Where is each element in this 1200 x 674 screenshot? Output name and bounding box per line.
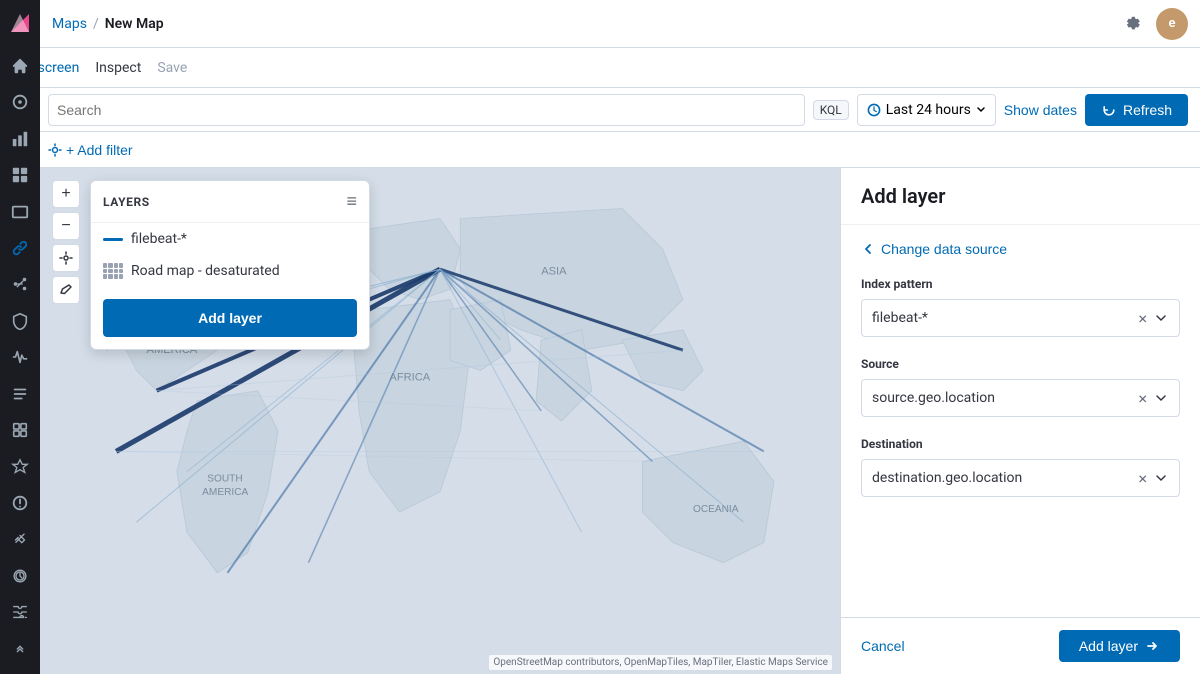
left-sidebar — [0, 0, 40, 674]
draw-button[interactable] — [52, 276, 80, 304]
right-panel-title: Add layer — [861, 184, 1180, 208]
user-avatar[interactable]: e — [1156, 8, 1188, 40]
arrow-right-icon — [1144, 638, 1160, 654]
top-nav: Maps / New Map e — [0, 0, 1200, 48]
destination-label: Destination — [861, 437, 1180, 451]
sidebar-item-collapse[interactable] — [2, 632, 38, 666]
zoom-out-button[interactable]: − — [52, 212, 80, 240]
breadcrumb: Maps / New Map — [52, 16, 576, 32]
svg-text:ASIA: ASIA — [541, 265, 567, 277]
inspect-link[interactable]: Inspect — [95, 60, 141, 76]
map-attribution: OpenStreetMap contributors, OpenMapTiles… — [489, 655, 832, 670]
time-picker[interactable]: Last 24 hours — [857, 94, 996, 126]
destination-chevron-icon — [1153, 470, 1169, 486]
svg-text:AFRICA: AFRICA — [389, 372, 430, 384]
add-layer-footer-button[interactable]: Add layer — [1059, 630, 1180, 662]
layers-title: LAYERS — [103, 195, 150, 209]
locate-button[interactable] — [52, 244, 80, 272]
layers-panel: LAYERS ≡ filebeat-* Road map - desaturat… — [90, 180, 370, 350]
sidebar-item-visualize[interactable] — [2, 121, 38, 155]
layer-name-filebeat: filebeat-* — [131, 231, 187, 247]
add-layer-button-map[interactable]: Add layer — [103, 299, 357, 337]
time-label: Last 24 hours — [886, 102, 971, 118]
sidebar-item-infra[interactable] — [2, 413, 38, 447]
destination-select[interactable]: destination.geo.location × — [861, 459, 1180, 497]
sidebar-item-monitoring[interactable] — [2, 559, 38, 593]
destination-value: destination.geo.location — [872, 470, 1022, 486]
index-pattern-field-row: Index pattern filebeat-* × — [861, 277, 1180, 337]
add-filter-button[interactable]: + Add filter — [48, 142, 133, 158]
layers-menu-button[interactable]: ≡ — [346, 191, 357, 212]
clock-icon — [866, 102, 882, 118]
svg-text:SOUTH: SOUTH — [207, 474, 242, 485]
sidebar-item-alerting[interactable] — [2, 486, 38, 520]
layer-name-roadmap: Road map - desaturated — [131, 263, 280, 279]
source-field-row: Source source.geo.location × — [861, 357, 1180, 417]
layer-grid-icon — [103, 263, 123, 279]
add-layer-footer-label: Add layer — [1079, 638, 1138, 654]
source-chevron-icon — [1153, 390, 1169, 406]
add-filter-label: + Add filter — [66, 142, 133, 158]
layer-item-roadmap[interactable]: Road map - desaturated — [91, 255, 369, 287]
refresh-button[interactable]: Refresh — [1085, 94, 1188, 126]
search-wrapper[interactable] — [48, 94, 805, 126]
sidebar-item-apm[interactable] — [2, 340, 38, 374]
sidebar-item-dashboard[interactable] — [2, 158, 38, 192]
index-pattern-clear-icon[interactable]: × — [1138, 309, 1147, 328]
back-button[interactable]: Change data source — [861, 241, 1007, 257]
map-controls: + − — [52, 180, 80, 304]
svg-text:OCEANIA: OCEANIA — [693, 504, 739, 515]
gear-small-icon — [48, 143, 62, 157]
layer-item-filebeat[interactable]: filebeat-* — [91, 223, 369, 255]
sidebar-item-settings[interactable] — [2, 595, 38, 629]
right-panel-body: Change data source Index pattern filebea… — [841, 225, 1200, 617]
breadcrumb-current: New Map — [105, 16, 164, 32]
search-input[interactable] — [57, 102, 796, 118]
source-clear-icon[interactable]: × — [1138, 389, 1147, 408]
right-panel-header: Add layer — [841, 168, 1200, 225]
source-select[interactable]: source.geo.location × — [861, 379, 1180, 417]
show-dates-button[interactable]: Show dates — [1004, 102, 1077, 118]
sidebar-item-canvas[interactable] — [2, 194, 38, 228]
sidebar-item-logs[interactable] — [2, 377, 38, 411]
destination-field-row: Destination destination.geo.location × — [861, 437, 1180, 497]
filter-bar: + Add filter — [0, 132, 1200, 168]
chevron-left-icon — [861, 242, 875, 256]
cancel-button[interactable]: Cancel — [861, 630, 905, 662]
source-label: Source — [861, 357, 1180, 371]
chevron-down-icon — [975, 104, 987, 116]
sidebar-item-siem[interactable] — [2, 449, 38, 483]
sidebar-item-ml[interactable] — [2, 267, 38, 301]
right-panel: Add layer Change data source Index patte… — [840, 168, 1200, 674]
save-link[interactable]: Save — [157, 60, 187, 76]
sidebar-item-devtools[interactable] — [2, 522, 38, 556]
refresh-label: Refresh — [1123, 102, 1172, 118]
index-pattern-value: filebeat-* — [872, 310, 928, 326]
destination-clear-icon[interactable]: × — [1138, 469, 1147, 488]
sidebar-item-home[interactable] — [2, 49, 38, 83]
right-panel-footer: Cancel Add layer — [841, 617, 1200, 674]
kibana-logo — [4, 8, 36, 39]
zoom-in-button[interactable]: + — [52, 180, 80, 208]
kql-badge[interactable]: KQL — [813, 100, 849, 120]
main-content: NORTH AMERICA SOUTH AMERICA AFRICA ASIA … — [40, 168, 1200, 674]
index-pattern-label: Index pattern — [861, 277, 1180, 291]
sidebar-item-maps[interactable] — [2, 231, 38, 265]
back-label: Change data source — [881, 241, 1007, 257]
settings-button[interactable] — [1116, 8, 1148, 40]
map-area[interactable]: NORTH AMERICA SOUTH AMERICA AFRICA ASIA … — [40, 168, 840, 674]
sidebar-item-discover[interactable] — [2, 85, 38, 119]
index-pattern-select[interactable]: filebeat-* × — [861, 299, 1180, 337]
second-bar: Full screen Inspect Save — [0, 48, 1200, 88]
index-pattern-chevron-icon — [1153, 310, 1169, 326]
source-value: source.geo.location — [872, 390, 995, 406]
refresh-icon — [1101, 102, 1117, 118]
svg-text:AMERICA: AMERICA — [202, 487, 248, 498]
breadcrumb-parent[interactable]: Maps — [52, 16, 87, 32]
sidebar-item-security[interactable] — [2, 304, 38, 338]
layer-line-icon — [103, 238, 123, 241]
toolbar: KQL Last 24 hours Show dates Refresh — [0, 88, 1200, 132]
